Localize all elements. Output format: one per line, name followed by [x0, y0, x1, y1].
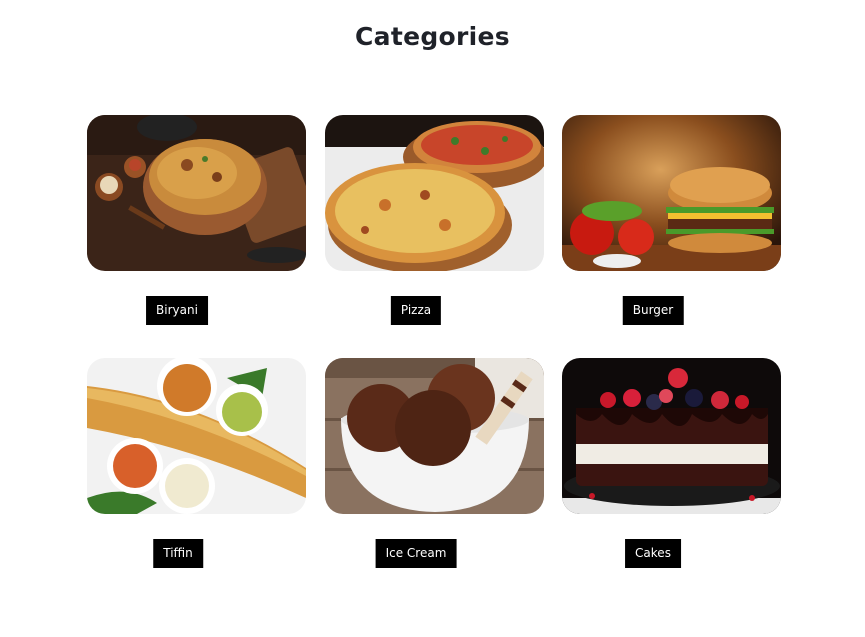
category-label-pizza[interactable]: Pizza	[390, 296, 442, 325]
category-label-biryani[interactable]: Biryani	[146, 296, 208, 325]
category-label-burger[interactable]: Burger	[622, 296, 684, 325]
pizza-image[interactable]	[325, 115, 544, 271]
tiffin-image[interactable]	[87, 358, 306, 514]
category-card-tiffin[interactable]: Tiffin	[87, 358, 306, 568]
burger-image[interactable]	[562, 115, 781, 271]
category-label-tiffin[interactable]: Tiffin	[153, 539, 203, 568]
category-card-cakes[interactable]: Cakes	[562, 358, 781, 568]
section-title: Categories	[355, 22, 510, 51]
category-card-pizza[interactable]: Pizza	[325, 115, 544, 325]
biryani-image[interactable]	[87, 115, 306, 271]
category-label-ice-cream[interactable]: Ice Cream	[375, 539, 457, 568]
category-card-burger[interactable]: Burger	[562, 115, 781, 325]
cakes-image[interactable]	[562, 358, 781, 514]
category-card-biryani[interactable]: Biryani	[87, 115, 306, 325]
ice-cream-image[interactable]	[325, 358, 544, 514]
category-card-ice-cream[interactable]: Ice Cream	[325, 358, 544, 568]
category-label-cakes[interactable]: Cakes	[625, 539, 681, 568]
